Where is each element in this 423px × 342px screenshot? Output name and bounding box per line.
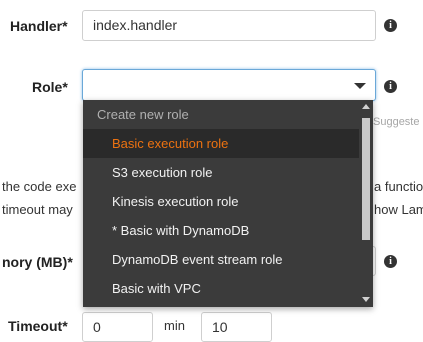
suggested-hint: Suggeste [373, 116, 420, 128]
handler-label: Handler* [10, 18, 68, 34]
role-option-kinesis-execution[interactable]: Kinesis execution role [83, 187, 359, 216]
role-option-s3-execution[interactable]: S3 execution role [83, 158, 359, 187]
create-new-role-group-label: Create new role [97, 107, 189, 122]
timeout-min-unit: min [164, 318, 185, 333]
description-line2-right: how Lam [374, 202, 423, 217]
role-info-icon[interactable]: i [384, 80, 397, 93]
timeout-minutes-input[interactable]: 0 [82, 312, 153, 342]
dropdown-scrollbar[interactable] [359, 100, 373, 307]
description-line1-left: the code exe [2, 179, 77, 194]
role-label: Role* [32, 79, 68, 95]
role-dropdown-list[interactable]: Create new role Basic execution role S3 … [83, 100, 373, 307]
timeout-label: Timeout* [8, 318, 68, 334]
memory-label: nory (MB)* [2, 254, 73, 270]
role-option-dynamodb-stream[interactable]: DynamoDB event stream role [83, 245, 359, 274]
role-option-basic-dynamodb[interactable]: * Basic with DynamoDB [83, 216, 359, 245]
description-line2-left: timeout may [2, 202, 73, 217]
caret-down-icon[interactable] [354, 83, 366, 89]
description-line1-right: a functio [374, 179, 423, 194]
scroll-up-arrow-icon[interactable] [362, 104, 370, 109]
role-option-basic-execution[interactable]: Basic execution role [83, 129, 359, 158]
memory-info-icon[interactable]: i [384, 255, 397, 268]
handler-info-icon[interactable]: i [384, 19, 397, 32]
scrollbar-thumb[interactable] [362, 118, 370, 240]
timeout-seconds-input[interactable]: 10 [201, 312, 272, 342]
role-select[interactable] [82, 69, 376, 101]
handler-input[interactable]: index.handler [82, 10, 376, 41]
scroll-down-arrow-icon[interactable] [362, 297, 370, 302]
role-option-basic-vpc[interactable]: Basic with VPC [83, 274, 359, 303]
